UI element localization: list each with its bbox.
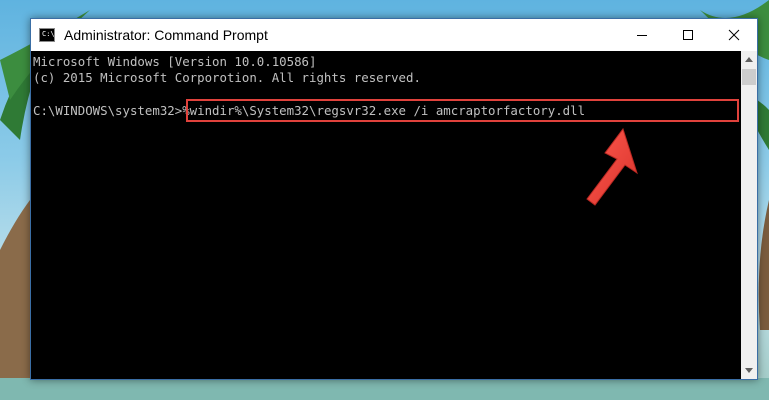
title-bar[interactable]: C:\_ Administrator: Command Prompt [31,19,757,51]
pointer-arrow-icon [586,127,638,206]
cmd-icon-label: C:\_ [42,30,59,38]
minimize-icon [637,35,647,36]
close-icon [728,29,740,41]
scroll-up-icon[interactable] [741,51,757,68]
scroll-thumb[interactable] [742,69,756,85]
console-output[interactable]: Microsoft Windows [Version 10.0.10586] (… [31,51,741,379]
console-line-version: Microsoft Windows [Version 10.0.10586] [33,54,317,69]
cmd-icon: C:\_ [39,28,59,42]
close-button[interactable] [711,19,757,51]
vertical-scrollbar[interactable] [741,51,757,379]
command-highlight-box [186,99,739,122]
minimize-button[interactable] [619,19,665,51]
maximize-icon [683,30,693,40]
window-controls [619,19,757,51]
window-title: Administrator: Command Prompt [64,27,268,43]
command-prompt-window: C:\_ Administrator: Command Prompt Micro… [30,18,758,380]
maximize-button[interactable] [665,19,711,51]
console-prompt: C:\WINDOWS\system32> [33,103,183,118]
scroll-down-icon[interactable] [741,362,757,379]
console-line-copyright: (c) 2015 Microsoft Corporotion. All righ… [33,70,421,85]
